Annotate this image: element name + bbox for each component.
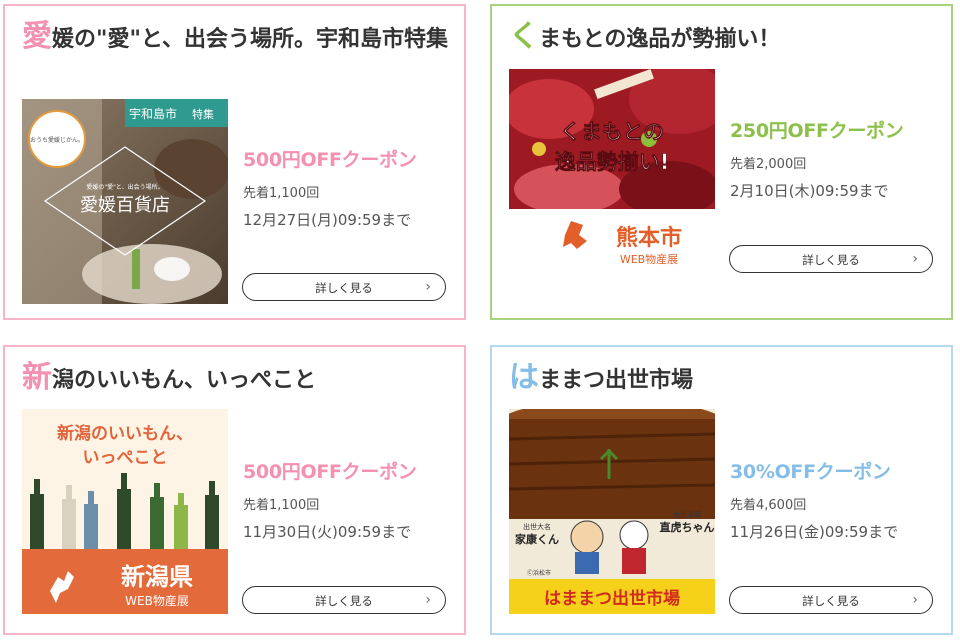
coupon-limit: 先着2,000回: [730, 157, 807, 172]
details-button[interactable]: 詳しく見る ›: [242, 586, 446, 614]
details-button-label: 詳しく見る: [802, 253, 860, 267]
campaign-card-kumamoto[interactable]: くまもとの逸品が勢揃い！ くまもとの 逸品勢揃い! 熊本市 WEB物産展 250…: [490, 4, 953, 320]
coupon-amount: 500円OFFクーポン: [243, 149, 417, 171]
card-title-initial: く: [509, 19, 539, 54]
image-left-character-label: 出世大名: [523, 522, 551, 531]
coupon-limit: 先着1,100回: [243, 498, 320, 513]
card-title: くまもとの逸品が勢揃い！: [509, 20, 937, 57]
image-credit: Ⓒ浜松市: [527, 569, 551, 577]
image-subtitle: 愛媛の"愛"と、出会う場所。: [86, 183, 163, 191]
image-headline-2: いっぺこと: [83, 448, 168, 468]
card-title: 愛媛の"愛"と、出会う場所。宇和島市特集: [22, 20, 450, 57]
card-title-initial: は: [509, 360, 539, 395]
image-expo-name: WEB物産展: [620, 252, 678, 266]
card-image-niigata[interactable]: 新潟のいいもん、 いっぺこと 新潟県 WEB物産展: [22, 409, 228, 614]
campaign-card-uwajima[interactable]: 愛媛の"愛"と、出会う場所。宇和島市特集 宇和島市 特集 おうち愛媛じかん。 愛…: [3, 4, 466, 320]
image-prefecture-name: 新潟県: [121, 563, 193, 591]
details-button-label: 詳しく見る: [802, 594, 860, 608]
image-badge: おうち愛媛じかん。: [30, 136, 84, 144]
image-headline-2: 逸品勢揃い!: [555, 150, 670, 174]
coupon-limit: 先着4,600回: [730, 498, 807, 513]
card-image-uwajima[interactable]: 宇和島市 特集 おうち愛媛じかん。 愛媛の"愛"と、出会う場所。 愛媛百貨店: [22, 99, 228, 304]
image-right-character-label: 出世法師: [673, 510, 701, 519]
coupon-deadline: 12月27日(月)09:59まで: [243, 211, 412, 229]
card-title-text: 媛の"愛"と、出会う場所。宇和島市特集: [52, 27, 449, 52]
card-title-initial: 愛: [22, 19, 52, 54]
coupon-deadline: 11月30日(火)09:59まで: [243, 523, 412, 541]
image-expo-name: WEB物産展: [125, 593, 189, 608]
image-tag-city: 宇和島市: [129, 106, 177, 121]
image-left-character: 家康くん: [515, 532, 559, 546]
image-market-name: はままつ出世市場: [544, 588, 680, 609]
campaign-card-niigata[interactable]: 新潟のいいもん、いっぺこと 新潟のいいもん、 いっぺこと 新潟県 WEB物産展 …: [3, 345, 466, 635]
card-title-initial: 新: [22, 360, 52, 395]
details-button[interactable]: 詳しく見る ›: [729, 586, 933, 614]
coupon-deadline: 2月10日(木)09:59まで: [730, 182, 889, 200]
details-button-label: 詳しく見る: [315, 281, 373, 295]
image-tag-feature: 特集: [192, 107, 214, 121]
chevron-right-icon: ›: [912, 592, 918, 608]
campaign-card-hamamatsu[interactable]: はままつ出世市場 出世大名 家康くん 出世法師 直虎ちゃん Ⓒ浜松市 はままつ出…: [490, 345, 953, 635]
details-button[interactable]: 詳しく見る ›: [729, 245, 933, 273]
chevron-right-icon: ›: [425, 279, 431, 295]
card-title: 新潟のいいもん、いっぺこと: [22, 361, 450, 398]
image-store-name: 愛媛百貨店: [80, 195, 170, 216]
card-title-text: ままつ出世市場: [539, 368, 694, 393]
card-title-text: 潟のいいもん、いっぺこと: [52, 368, 317, 393]
card-image-hamamatsu[interactable]: 出世大名 家康くん 出世法師 直虎ちゃん Ⓒ浜松市 はままつ出世市場: [509, 409, 715, 614]
card-image-kumamoto[interactable]: くまもとの 逸品勢揃い! 熊本市 WEB物産展: [509, 69, 715, 274]
image-city-name: 熊本市: [616, 225, 682, 251]
chevron-right-icon: ›: [425, 592, 431, 608]
details-button[interactable]: 詳しく見る ›: [242, 273, 446, 301]
chevron-right-icon: ›: [912, 251, 918, 267]
card-title-text: まもとの逸品が勢揃い！: [539, 27, 781, 52]
coupon-limit: 先着1,100回: [243, 186, 320, 201]
coupon-amount: 250円OFFクーポン: [730, 120, 904, 142]
card-title: はままつ出世市場: [509, 361, 937, 398]
image-headline-1: 新潟のいいもん、: [57, 423, 193, 444]
image-headline-1: くまもとの: [560, 120, 664, 144]
details-button-label: 詳しく見る: [315, 594, 373, 608]
image-right-character: 直虎ちゃん: [660, 520, 715, 534]
coupon-amount: 500円OFFクーポン: [243, 461, 417, 483]
coupon-amount: 30%OFFクーポン: [730, 461, 891, 483]
coupon-deadline: 11月26日(金)09:59まで: [730, 523, 899, 541]
